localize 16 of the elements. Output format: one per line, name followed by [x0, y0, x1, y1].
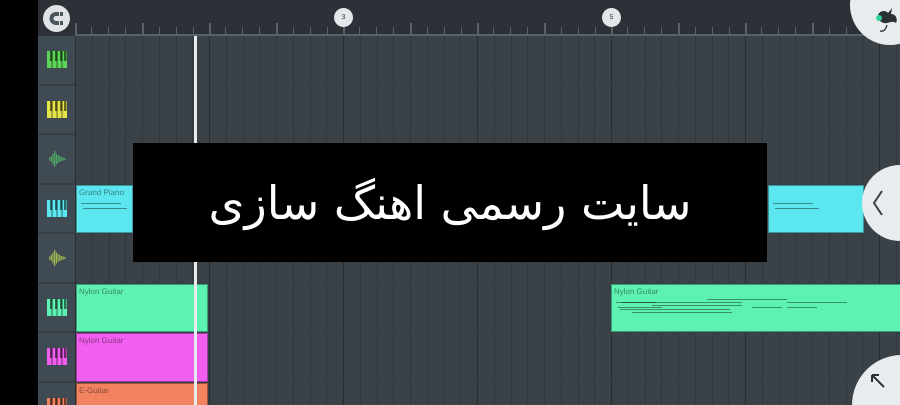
snap-button[interactable] — [43, 4, 70, 32]
clip-label: Nylon Guitar — [614, 286, 658, 296]
clip-label: Grand Piano — [79, 188, 124, 196]
clip[interactable]: Grand Piano — [76, 184, 133, 233]
clip-label: E-Guitar — [79, 386, 109, 394]
clip[interactable]: Nylon Guitar — [76, 284, 208, 332]
caption-text: سایت رسمی اهنگ سازی — [208, 176, 692, 230]
clip[interactable] — [768, 184, 864, 233]
clip-label: Nylon Guitar — [79, 286, 124, 296]
clip-label: Nylon Guitar — [79, 336, 124, 345]
chevron-left-icon — [872, 189, 884, 217]
clip[interactable]: E-Guitar — [76, 382, 208, 405]
arrow-up-left-icon — [870, 373, 886, 389]
magnet-icon — [48, 10, 65, 26]
clip[interactable]: Nylon Guitar — [76, 333, 208, 382]
clip[interactable]: Nylon Guitar — [611, 284, 900, 332]
